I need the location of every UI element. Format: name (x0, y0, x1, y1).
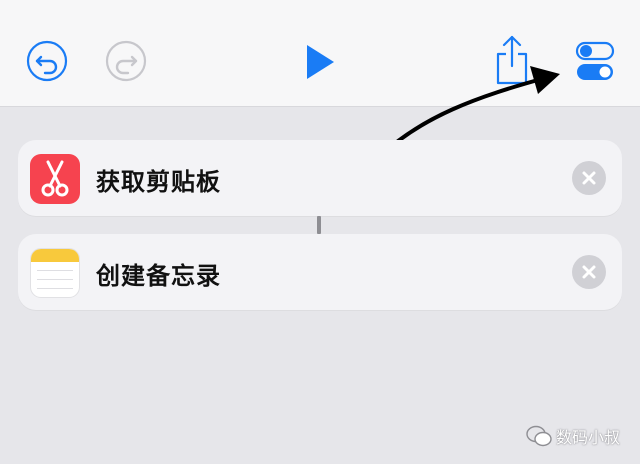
remove-action-button[interactable] (572, 161, 606, 195)
undo-icon (26, 40, 68, 82)
wechat-icon (526, 425, 552, 447)
play-button[interactable] (300, 42, 340, 82)
close-icon (582, 265, 596, 279)
action-connector (317, 216, 321, 234)
remove-action-button[interactable] (572, 255, 606, 289)
action-card-create-note[interactable]: 创建备忘录 (18, 234, 622, 310)
close-icon (582, 171, 596, 185)
scissors-icon (30, 154, 80, 204)
toggle-settings-icon (575, 41, 615, 80)
redo-icon (105, 40, 147, 82)
settings-button[interactable] (574, 40, 616, 82)
watermark-text: 数码小叔 (556, 428, 621, 447)
undo-button[interactable] (26, 40, 68, 82)
action-label: 获取剪贴板 (96, 168, 221, 196)
redo-button[interactable] (105, 40, 147, 82)
action-card-get-clipboard[interactable]: 获取剪贴板 (18, 140, 622, 216)
play-icon (307, 45, 334, 79)
watermark: 数码小叔 (526, 424, 620, 448)
action-label: 创建备忘录 (96, 262, 221, 290)
notes-icon (30, 248, 80, 298)
